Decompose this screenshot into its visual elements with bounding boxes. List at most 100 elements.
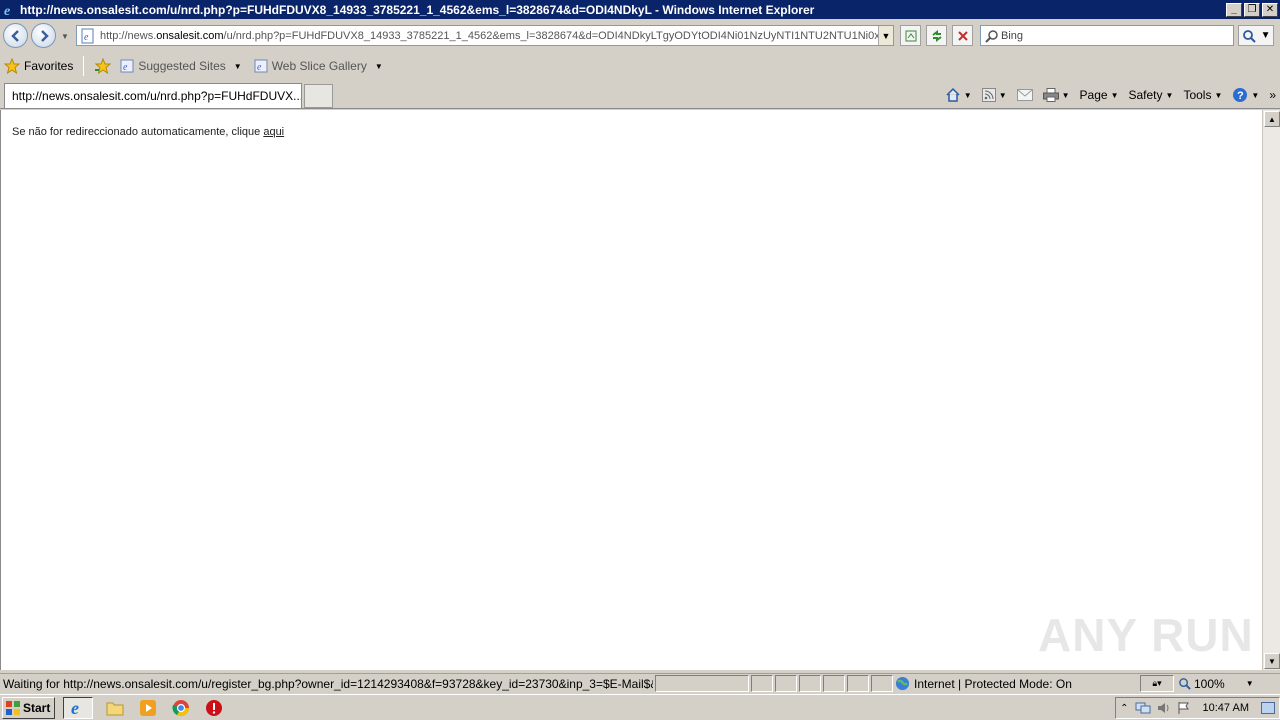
- ie-page-icon: e: [254, 59, 268, 73]
- url-text[interactable]: http://news.onsalesit.com/u/nrd.php?p=FU…: [100, 30, 878, 42]
- refresh-button[interactable]: [926, 25, 947, 46]
- suggested-sites-button[interactable]: e Suggested Sites ▼: [120, 59, 242, 73]
- back-button[interactable]: [3, 23, 28, 48]
- status-text: Waiting for http://news.onsalesit.com/u/…: [3, 676, 653, 691]
- status-cell: [823, 675, 845, 692]
- status-cell: [871, 675, 893, 692]
- close-window-button[interactable]: ✕: [1262, 2, 1278, 17]
- search-box[interactable]: Bing: [980, 25, 1234, 46]
- title-bar: e http://news.onsalesit.com/u/nrd.php?p=…: [0, 0, 1280, 19]
- windows-logo-icon: [6, 700, 20, 715]
- chevron-down-icon: ▼: [1061, 90, 1070, 100]
- divider: [83, 56, 85, 76]
- taskbar-ie-button[interactable]: e: [63, 696, 93, 719]
- taskbar-media-player-button[interactable]: [137, 697, 159, 719]
- action-center-flag-icon[interactable]: [1177, 701, 1191, 715]
- rss-icon: [981, 88, 996, 102]
- chrome-icon: [172, 699, 190, 716]
- favorites-label: Favorites: [24, 59, 74, 73]
- globe-icon: [895, 676, 910, 691]
- show-desktop-button[interactable]: [1261, 702, 1275, 714]
- recent-pages-dropdown[interactable]: ▼: [61, 32, 69, 41]
- page-icon: e: [81, 28, 94, 43]
- refresh-icon: [931, 29, 942, 42]
- tab-bar: http://news.onsalesit.com/u/nrd.php?p=FU…: [0, 80, 1280, 109]
- chevron-down-icon: ▼: [1251, 90, 1260, 100]
- chevron-down-icon: ▼: [1245, 679, 1254, 688]
- opera-icon: [206, 699, 222, 716]
- clock[interactable]: 10:47 AM: [1203, 702, 1249, 714]
- zoom-button[interactable]: 100% ▼: [1178, 677, 1254, 691]
- address-bar[interactable]: e http://news.onsalesit.com/u/nrd.php?p=…: [76, 25, 894, 46]
- show-hidden-icons-button[interactable]: ⌃: [1120, 703, 1128, 714]
- command-bar: ▼ ▼ ▼ Page ▼ Safety ▼ Tools ▼ ? ▼ »: [945, 84, 1280, 106]
- taskbar: Start e ⌃ 10:47 AM: [0, 694, 1280, 720]
- zone-text: Internet | Protected Mode: On: [914, 676, 1072, 691]
- help-menu[interactable]: ? ▼: [1232, 87, 1259, 103]
- taskbar-chrome-button[interactable]: [170, 697, 192, 719]
- tools-menu[interactable]: Tools ▼: [1183, 88, 1222, 102]
- start-label: Start: [23, 700, 51, 715]
- ie-icon: e: [71, 699, 79, 717]
- window-title: http://news.onsalesit.com/u/nrd.php?p=FU…: [20, 2, 815, 17]
- help-icon: ?: [1233, 88, 1248, 102]
- printer-icon: [1042, 88, 1059, 102]
- search-button[interactable]: ▼: [1238, 25, 1274, 46]
- page-menu[interactable]: Page ▼: [1080, 88, 1119, 102]
- network-icon[interactable]: [1135, 701, 1151, 715]
- search-options-dropdown[interactable]: ▼: [1261, 30, 1271, 41]
- safety-menu[interactable]: Safety ▼: [1129, 88, 1174, 102]
- star-icon: [4, 58, 20, 74]
- more-commands-button[interactable]: »: [1269, 88, 1276, 102]
- svg-text:e: e: [257, 62, 262, 73]
- read-mail-button[interactable]: [1016, 89, 1033, 101]
- ie-page-icon: e: [120, 59, 134, 73]
- lock-icon: 🔒︎▾: [1152, 678, 1162, 688]
- stop-button[interactable]: [952, 25, 973, 46]
- web-slice-gallery-button[interactable]: e Web Slice Gallery ▼: [254, 59, 383, 73]
- feeds-button[interactable]: ▼: [981, 88, 1007, 102]
- vertical-scrollbar[interactable]: ▲ ▼: [1262, 110, 1280, 670]
- web-slice-gallery-label: Web Slice Gallery: [271, 59, 367, 73]
- add-to-favorites-bar-button[interactable]: [94, 58, 112, 74]
- tab-active[interactable]: http://news.onsalesit.com/u/nrd.php?p=FU…: [4, 83, 302, 108]
- restore-button[interactable]: ❐: [1244, 2, 1260, 17]
- search-icon: [1242, 29, 1256, 43]
- favorites-button[interactable]: Favorites: [4, 58, 73, 74]
- address-toolbar: ▼ e http://news.onsalesit.com/u/nrd.php?…: [0, 19, 1280, 52]
- mail-icon: [1016, 89, 1033, 101]
- status-progress: [655, 675, 749, 692]
- watermark: ANY RUN: [1038, 609, 1254, 661]
- taskbar-explorer-button[interactable]: [104, 697, 126, 719]
- protected-mode-button[interactable]: 🔒︎▾: [1140, 675, 1174, 692]
- security-zone[interactable]: Internet | Protected Mode: On: [893, 676, 1138, 691]
- compatibility-view-button[interactable]: [900, 25, 921, 46]
- page-content: Se não for redireccionado automaticament…: [0, 110, 1262, 670]
- taskbar-opera-button[interactable]: [203, 697, 225, 719]
- start-button[interactable]: Start: [2, 696, 55, 719]
- status-cell: [847, 675, 869, 692]
- search-provider-icon: [985, 29, 998, 43]
- svg-text:e: e: [84, 32, 89, 43]
- print-button[interactable]: ▼: [1042, 88, 1070, 102]
- chevron-down-icon: ▼: [233, 61, 242, 71]
- scroll-up-button[interactable]: ▲: [1264, 111, 1280, 127]
- redirect-link[interactable]: aqui: [263, 126, 284, 138]
- scroll-down-button[interactable]: ▼: [1264, 653, 1280, 669]
- page-menu-label: Page: [1079, 88, 1108, 102]
- home-button[interactable]: ▼: [945, 87, 972, 103]
- status-cell: [799, 675, 821, 692]
- chevron-down-icon: ▼: [1165, 90, 1174, 100]
- ie-icon: e: [2, 2, 18, 18]
- favorites-bar: Favorites e Suggested Sites ▼ e Web Slic…: [0, 52, 1280, 80]
- forward-button[interactable]: [31, 23, 56, 48]
- chevron-down-icon: ▼: [963, 90, 972, 100]
- minimize-button[interactable]: _: [1226, 2, 1242, 17]
- home-icon: [946, 87, 960, 102]
- new-tab-button[interactable]: [304, 84, 333, 108]
- volume-icon[interactable]: [1157, 701, 1171, 715]
- add-favorite-icon: [95, 58, 112, 74]
- address-dropdown[interactable]: ▼: [878, 26, 893, 45]
- svg-text:e: e: [4, 4, 10, 17]
- forward-arrow-icon: [40, 29, 49, 42]
